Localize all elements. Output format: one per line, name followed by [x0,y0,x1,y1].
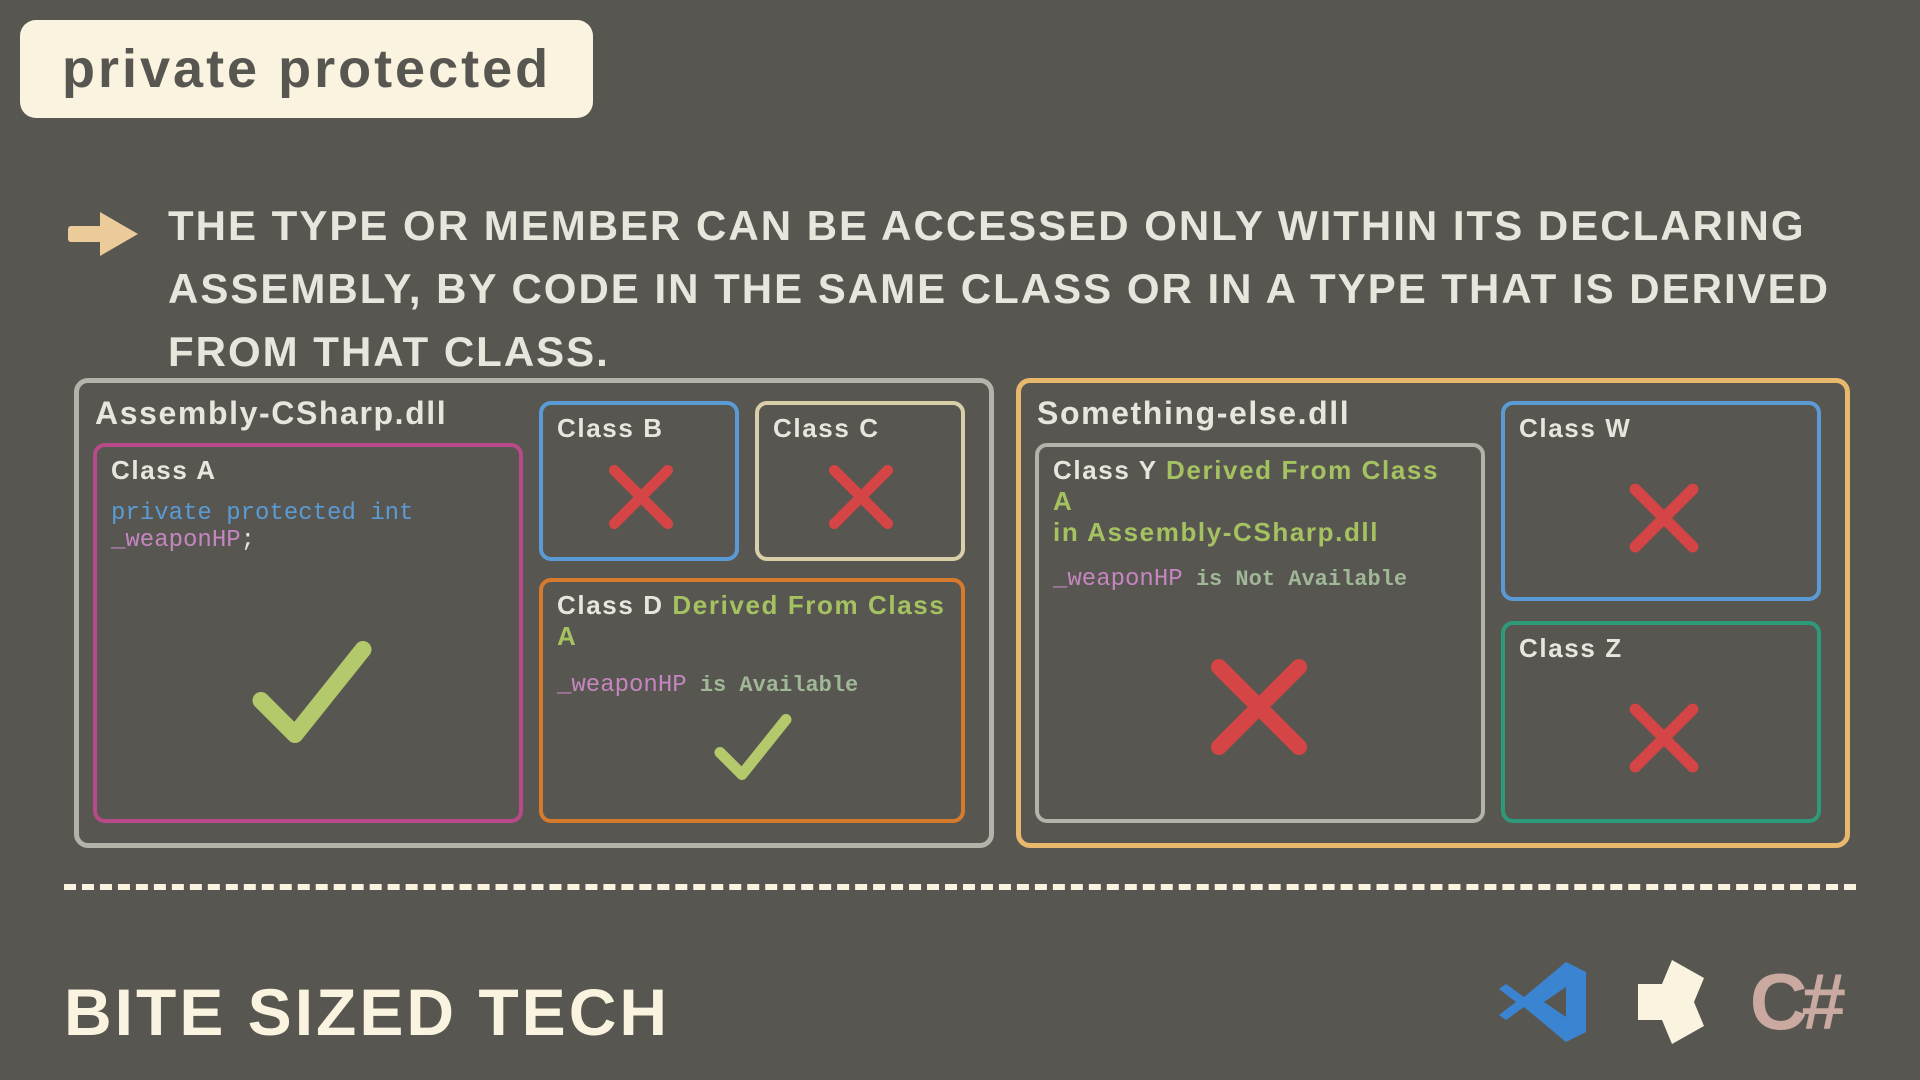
x-icon [821,457,901,537]
csharp-icon: C# [1750,956,1840,1048]
class-w-title: Class W [1519,413,1803,444]
class-d-title: Class D Derived From Class A [557,590,947,652]
arrow-icon [64,208,144,265]
unity-icon [1622,952,1722,1052]
vscode-icon [1494,952,1594,1052]
class-y-text: _weaponHP is Not Available [1053,566,1467,593]
class-c-title: Class C [773,413,947,444]
page-title: private protected [62,39,551,99]
class-y-title: Class Y Derived From Class Ain Assembly-… [1053,455,1467,548]
x-icon [1621,475,1707,561]
class-b-box: Class B [539,401,739,561]
divider [64,884,1856,890]
class-z-title: Class Z [1519,633,1803,664]
class-w-box: Class W [1501,401,1821,601]
check-icon [698,692,808,802]
class-c-box: Class C [755,401,965,561]
class-a-box: Class A private protected int _weaponHP; [93,443,523,823]
punct: ; [241,527,255,554]
keyword: private protected [111,500,356,527]
x-icon [1621,695,1707,781]
class-z-box: Class Z [1501,621,1821,823]
check-icon [227,607,397,777]
title-badge: private protected [20,20,593,118]
description-text: The type or member can be accessed only … [168,194,1868,383]
tech-icons: C# [1494,952,1840,1052]
class-a-title: Class A [111,455,505,486]
something-else-box: Something-else.dll Class Y Derived From … [1016,378,1850,848]
class-a-code: private protected int _weaponHP; [111,500,505,554]
class-b-title: Class B [557,413,721,444]
class-d-box: Class D Derived From Class A _weaponHP i… [539,578,965,823]
assembly-csharp-box: Assembly-CSharp.dll Class A private prot… [74,378,994,848]
type: int [370,500,413,527]
x-icon [601,457,681,537]
field: _weaponHP [111,527,241,554]
x-icon [1199,647,1319,767]
class-y-box: Class Y Derived From Class Ain Assembly-… [1035,443,1485,823]
footer-logo: bite sized tech [64,974,670,1050]
